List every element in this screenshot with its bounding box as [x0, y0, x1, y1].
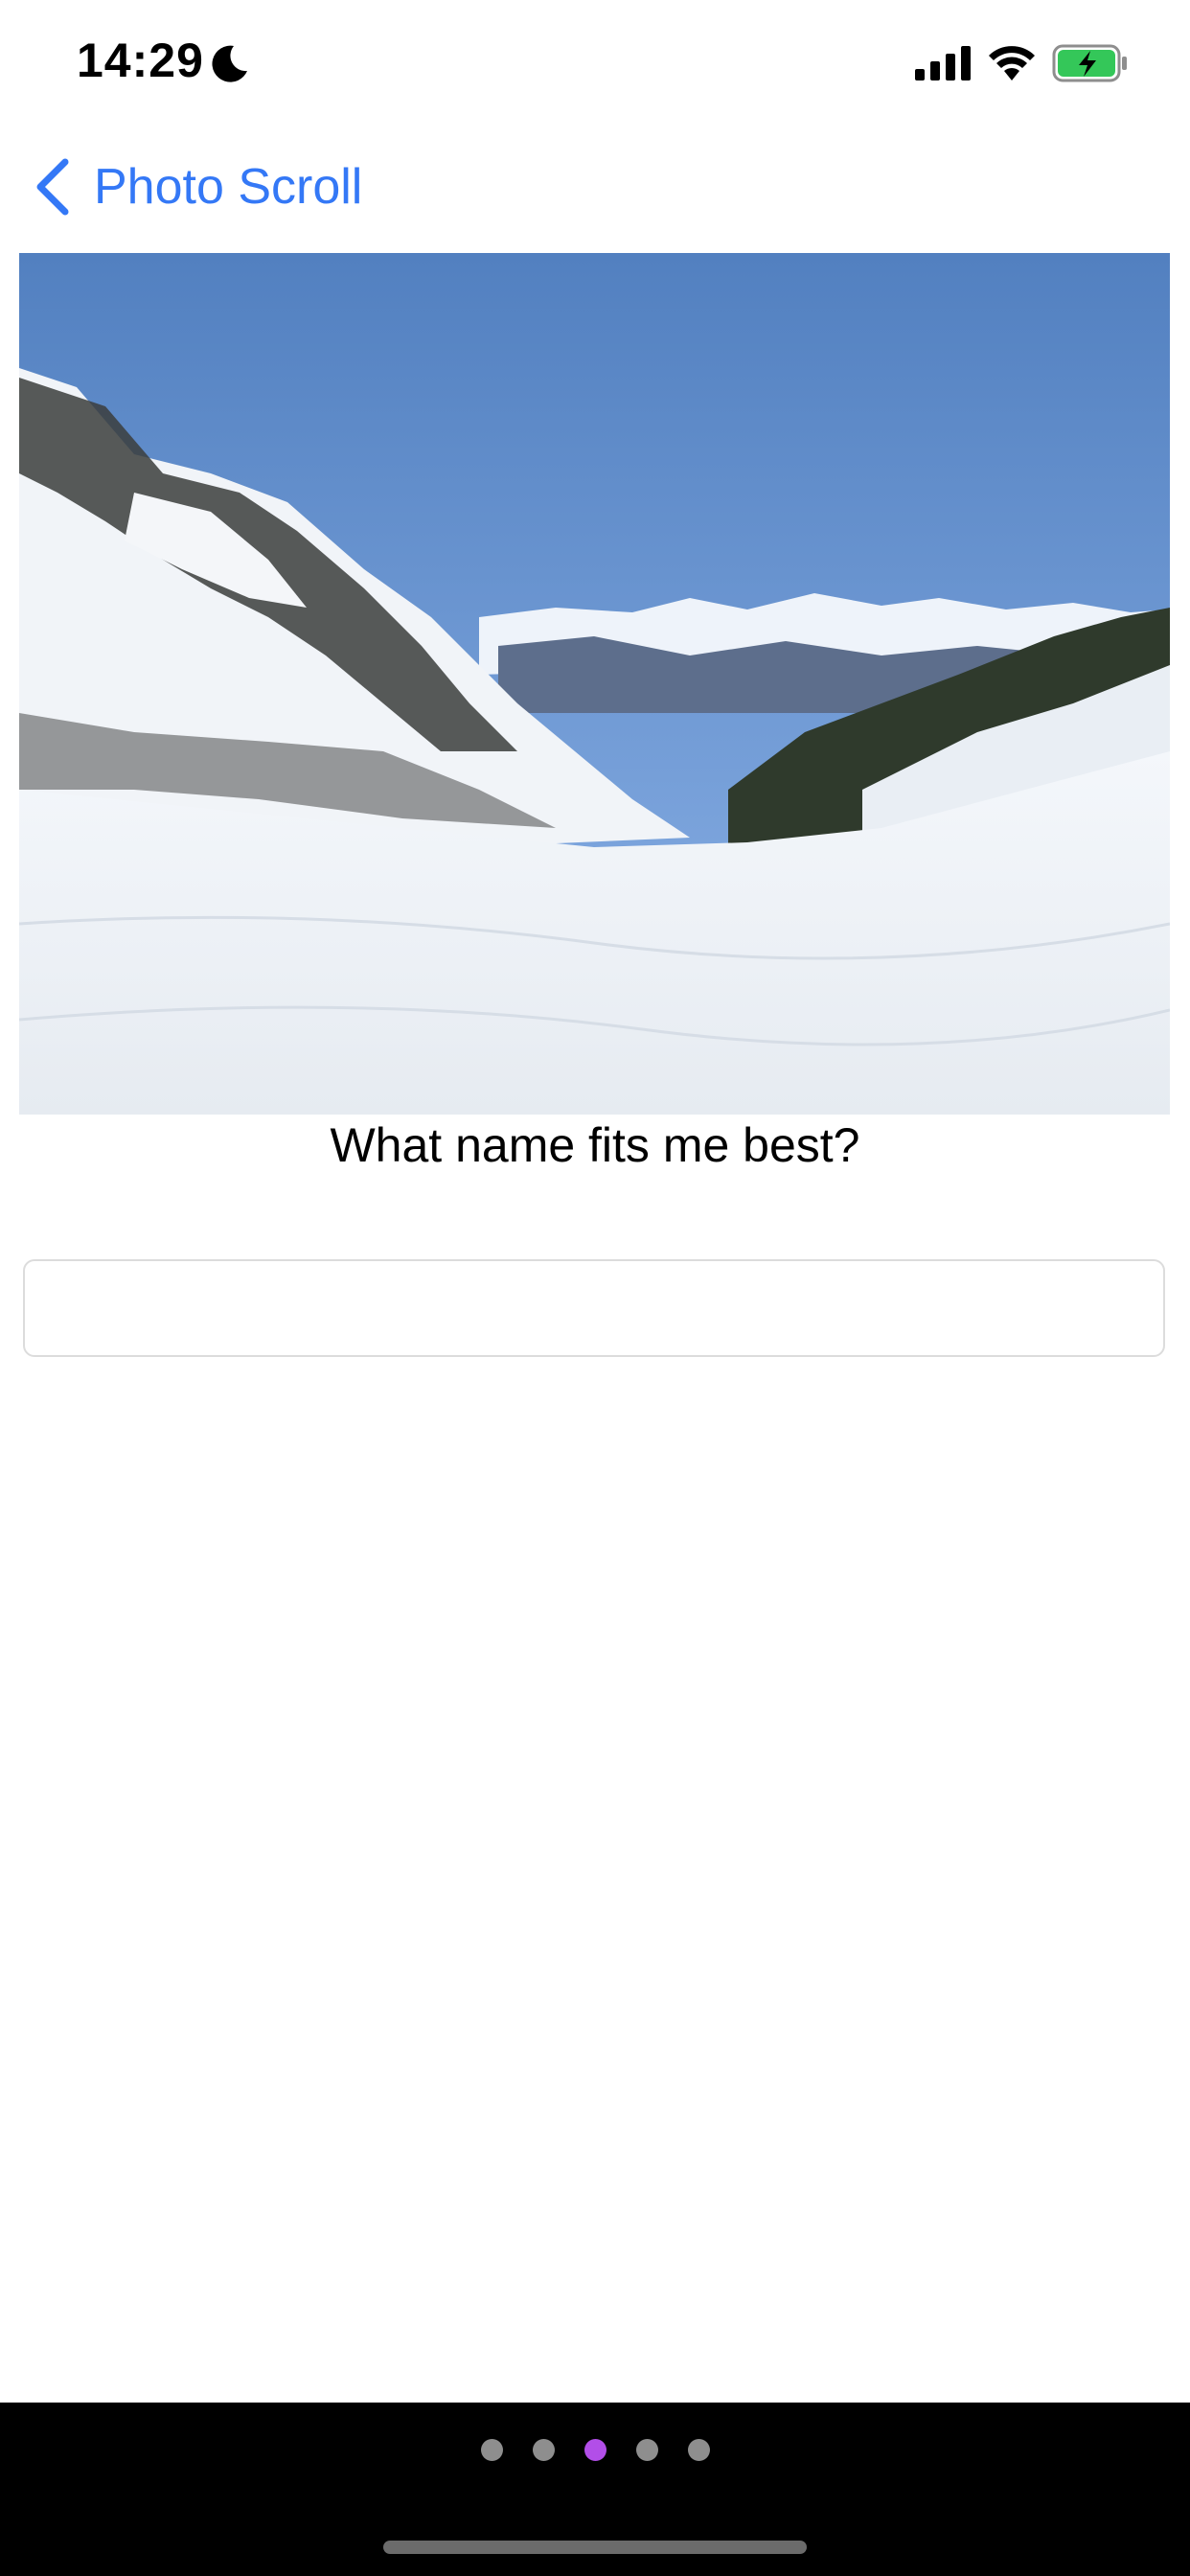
page-dot[interactable] — [532, 2439, 555, 2461]
page-dot[interactable] — [635, 2439, 658, 2461]
back-button-label: Photo Scroll — [94, 159, 363, 215]
status-time: 14:29 — [77, 34, 204, 87]
wifi-icon — [989, 46, 1035, 80]
cellular-signal-icon — [915, 46, 971, 80]
chevron-left-icon — [36, 158, 69, 216]
moon-icon — [212, 45, 247, 82]
page-dot[interactable] — [687, 2439, 710, 2461]
battery-charging-icon — [1052, 44, 1127, 82]
bottom-bar — [0, 2403, 1190, 2576]
snowy-mountain-photo — [19, 253, 1170, 1115]
status-bar: 14:29 — [0, 0, 1190, 125]
page-indicator[interactable] — [0, 2439, 1190, 2461]
page-dot[interactable] — [480, 2439, 503, 2461]
page-dot-active[interactable] — [584, 2439, 606, 2461]
photo-prompt: What name fits me best? — [330, 1118, 860, 1172]
name-input[interactable] — [23, 1259, 1165, 1357]
back-button[interactable]: Photo Scroll — [31, 153, 362, 220]
home-indicator[interactable] — [383, 2541, 807, 2554]
